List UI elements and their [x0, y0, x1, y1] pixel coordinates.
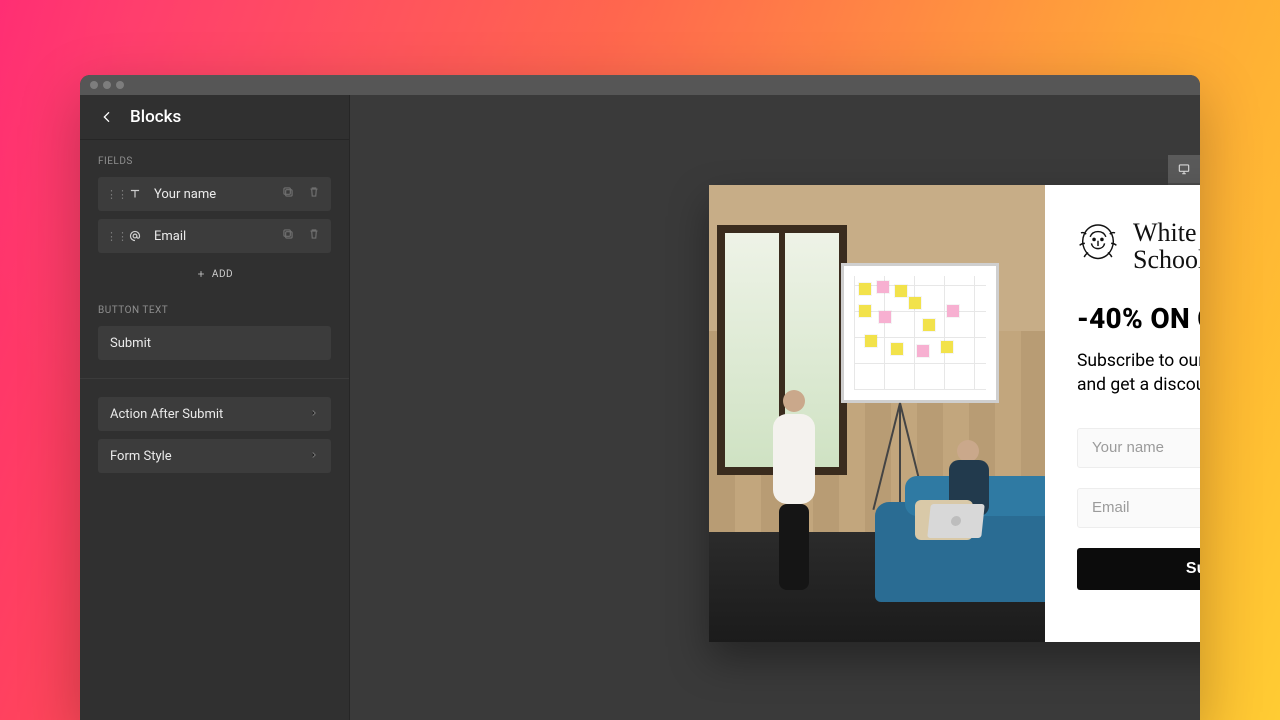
row-form-style[interactable]: Form Style	[98, 439, 331, 473]
submit-button[interactable]: Submit	[1077, 548, 1200, 590]
sidebar-header: Blocks	[80, 95, 349, 140]
window-dot	[103, 81, 111, 89]
drag-handle-icon[interactable]: ⋮⋮	[106, 188, 116, 201]
fields-section-label: FIELDS	[98, 156, 331, 167]
brand: White Lion School	[1077, 219, 1200, 274]
field-row-name[interactable]: ⋮⋮ Your name	[98, 177, 331, 211]
sidebar-title: Blocks	[130, 107, 181, 127]
window-dot	[90, 81, 98, 89]
duplicate-icon[interactable]	[281, 227, 297, 245]
name-input[interactable]	[1077, 428, 1200, 468]
button-text-input[interactable]: Submit	[98, 326, 331, 360]
email-input[interactable]	[1077, 488, 1200, 528]
chevron-right-icon	[309, 407, 319, 422]
duplicate-icon[interactable]	[281, 185, 297, 203]
field-row-email[interactable]: ⋮⋮ Email	[98, 219, 331, 253]
desktop-preview-button[interactable]	[1168, 155, 1200, 183]
text-icon	[126, 187, 144, 201]
add-label: ADD	[212, 269, 233, 280]
delete-icon[interactable]	[307, 227, 323, 245]
preview-popup: White Lion School -40% ON COURSES Subscr…	[709, 185, 1200, 642]
row-label: Action After Submit	[110, 407, 223, 422]
chevron-right-icon	[309, 449, 319, 464]
brand-name-line2: School	[1133, 246, 1200, 273]
popup-image	[709, 185, 1045, 642]
popup-subtext: Subscribe to our newsletter and get a di…	[1077, 349, 1200, 398]
popup-headline: -40% ON COURSES	[1077, 302, 1200, 335]
editor-canvas: White Lion School -40% ON COURSES Subscr…	[350, 95, 1200, 720]
delete-icon[interactable]	[307, 185, 323, 203]
button-text-section-label: BUTTON TEXT	[98, 305, 331, 316]
row-action-after-submit[interactable]: Action After Submit	[98, 397, 331, 431]
field-label: Your name	[154, 187, 271, 202]
window-dot	[116, 81, 124, 89]
at-icon	[126, 229, 144, 243]
add-field-button[interactable]: ADD	[98, 261, 331, 287]
window-titlebar	[80, 75, 1200, 95]
editor-sidebar: Blocks FIELDS ⋮⋮ Your name	[80, 95, 350, 720]
popup-content: White Lion School -40% ON COURSES Subscr…	[1045, 185, 1200, 642]
brand-name-line1: White Lion	[1133, 219, 1200, 246]
field-label: Email	[154, 229, 271, 244]
row-label: Form Style	[110, 449, 172, 464]
button-text-value: Submit	[110, 336, 151, 351]
divider	[80, 378, 349, 379]
lion-logo-icon	[1077, 221, 1119, 271]
back-button[interactable]	[98, 109, 116, 125]
app-window: Blocks FIELDS ⋮⋮ Your name	[80, 75, 1200, 720]
drag-handle-icon[interactable]: ⋮⋮	[106, 230, 116, 243]
